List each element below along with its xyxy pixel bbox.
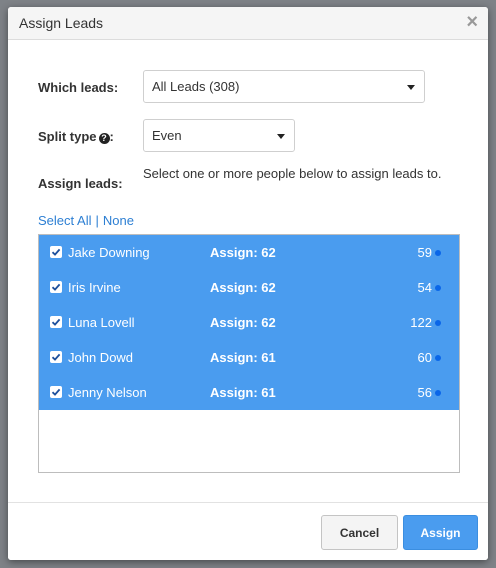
lead-count: 122 bbox=[410, 315, 432, 330]
assign-leads-help-text: Select one or more people below to assig… bbox=[143, 166, 442, 181]
select-none-link[interactable]: None bbox=[103, 213, 134, 228]
person-row[interactable]: John Dowd Assign: 61 60 bbox=[39, 340, 459, 375]
person-row[interactable]: Jake Downing Assign: 62 59 bbox=[39, 235, 459, 270]
lead-count: 54 bbox=[417, 280, 432, 295]
assign-button[interactable]: Assign bbox=[403, 515, 478, 550]
lead-count: 56 bbox=[417, 385, 432, 400]
lead-count: 60 bbox=[417, 350, 432, 365]
which-leads-value: All Leads (308) bbox=[152, 79, 240, 94]
person-name: Luna Lovell bbox=[68, 315, 135, 330]
status-dot-icon bbox=[435, 355, 441, 361]
close-icon[interactable]: × bbox=[466, 12, 478, 32]
lead-count: 59 bbox=[417, 245, 432, 260]
split-type-label: Split type?: bbox=[38, 129, 114, 144]
person-name: Jenny Nelson bbox=[68, 385, 147, 400]
split-type-value: Even bbox=[152, 128, 182, 143]
checkbox-checked-icon[interactable] bbox=[50, 386, 62, 398]
assign-count: Assign: 61 bbox=[210, 385, 276, 400]
selection-links: Select All | None bbox=[38, 213, 134, 228]
caret-down-icon bbox=[277, 134, 285, 139]
assign-count: Assign: 61 bbox=[210, 350, 276, 365]
question-circle-icon[interactable]: ? bbox=[98, 133, 110, 144]
checkbox-checked-icon[interactable] bbox=[50, 281, 62, 293]
status-dot-icon bbox=[435, 285, 441, 291]
which-leads-label: Which leads: bbox=[38, 80, 119, 95]
assign-count: Assign: 62 bbox=[210, 315, 276, 330]
split-type-select[interactable]: Even bbox=[143, 119, 295, 152]
status-dot-icon bbox=[435, 250, 441, 256]
assign-count: Assign: 62 bbox=[210, 280, 276, 295]
person-name: Jake Downing bbox=[68, 245, 150, 260]
person-name: Iris Irvine bbox=[68, 280, 121, 295]
which-leads-select[interactable]: All Leads (308) bbox=[143, 70, 425, 103]
assign-count: Assign: 62 bbox=[210, 245, 276, 260]
split-type-label-text: Split type bbox=[38, 129, 97, 144]
assign-leads-dialog: Assign Leads × Which leads: All Leads (3… bbox=[8, 7, 488, 560]
cancel-button[interactable]: Cancel bbox=[321, 515, 398, 550]
status-dot-icon bbox=[435, 320, 441, 326]
link-separator: | bbox=[95, 213, 99, 228]
assign-leads-label: Assign leads: bbox=[38, 176, 123, 191]
person-name: John Dowd bbox=[68, 350, 134, 365]
split-type-label-suffix: : bbox=[109, 129, 114, 144]
person-row[interactable]: Jenny Nelson Assign: 61 56 bbox=[39, 375, 459, 410]
checkbox-checked-icon[interactable] bbox=[50, 351, 62, 363]
select-all-link[interactable]: Select All bbox=[38, 213, 91, 228]
dialog-footer: Cancel Assign bbox=[8, 502, 488, 560]
dialog-title: Assign Leads bbox=[19, 15, 104, 31]
checkbox-checked-icon[interactable] bbox=[50, 316, 62, 328]
caret-down-icon bbox=[407, 85, 415, 90]
person-row[interactable]: Luna Lovell Assign: 62 122 bbox=[39, 305, 459, 340]
person-row[interactable]: Iris Irvine Assign: 62 54 bbox=[39, 270, 459, 305]
dialog-header: Assign Leads × bbox=[8, 7, 488, 40]
status-dot-icon bbox=[435, 390, 441, 396]
people-list: Jake Downing Assign: 62 59 Iris Irvine A… bbox=[38, 234, 460, 473]
checkbox-checked-icon[interactable] bbox=[50, 246, 62, 258]
